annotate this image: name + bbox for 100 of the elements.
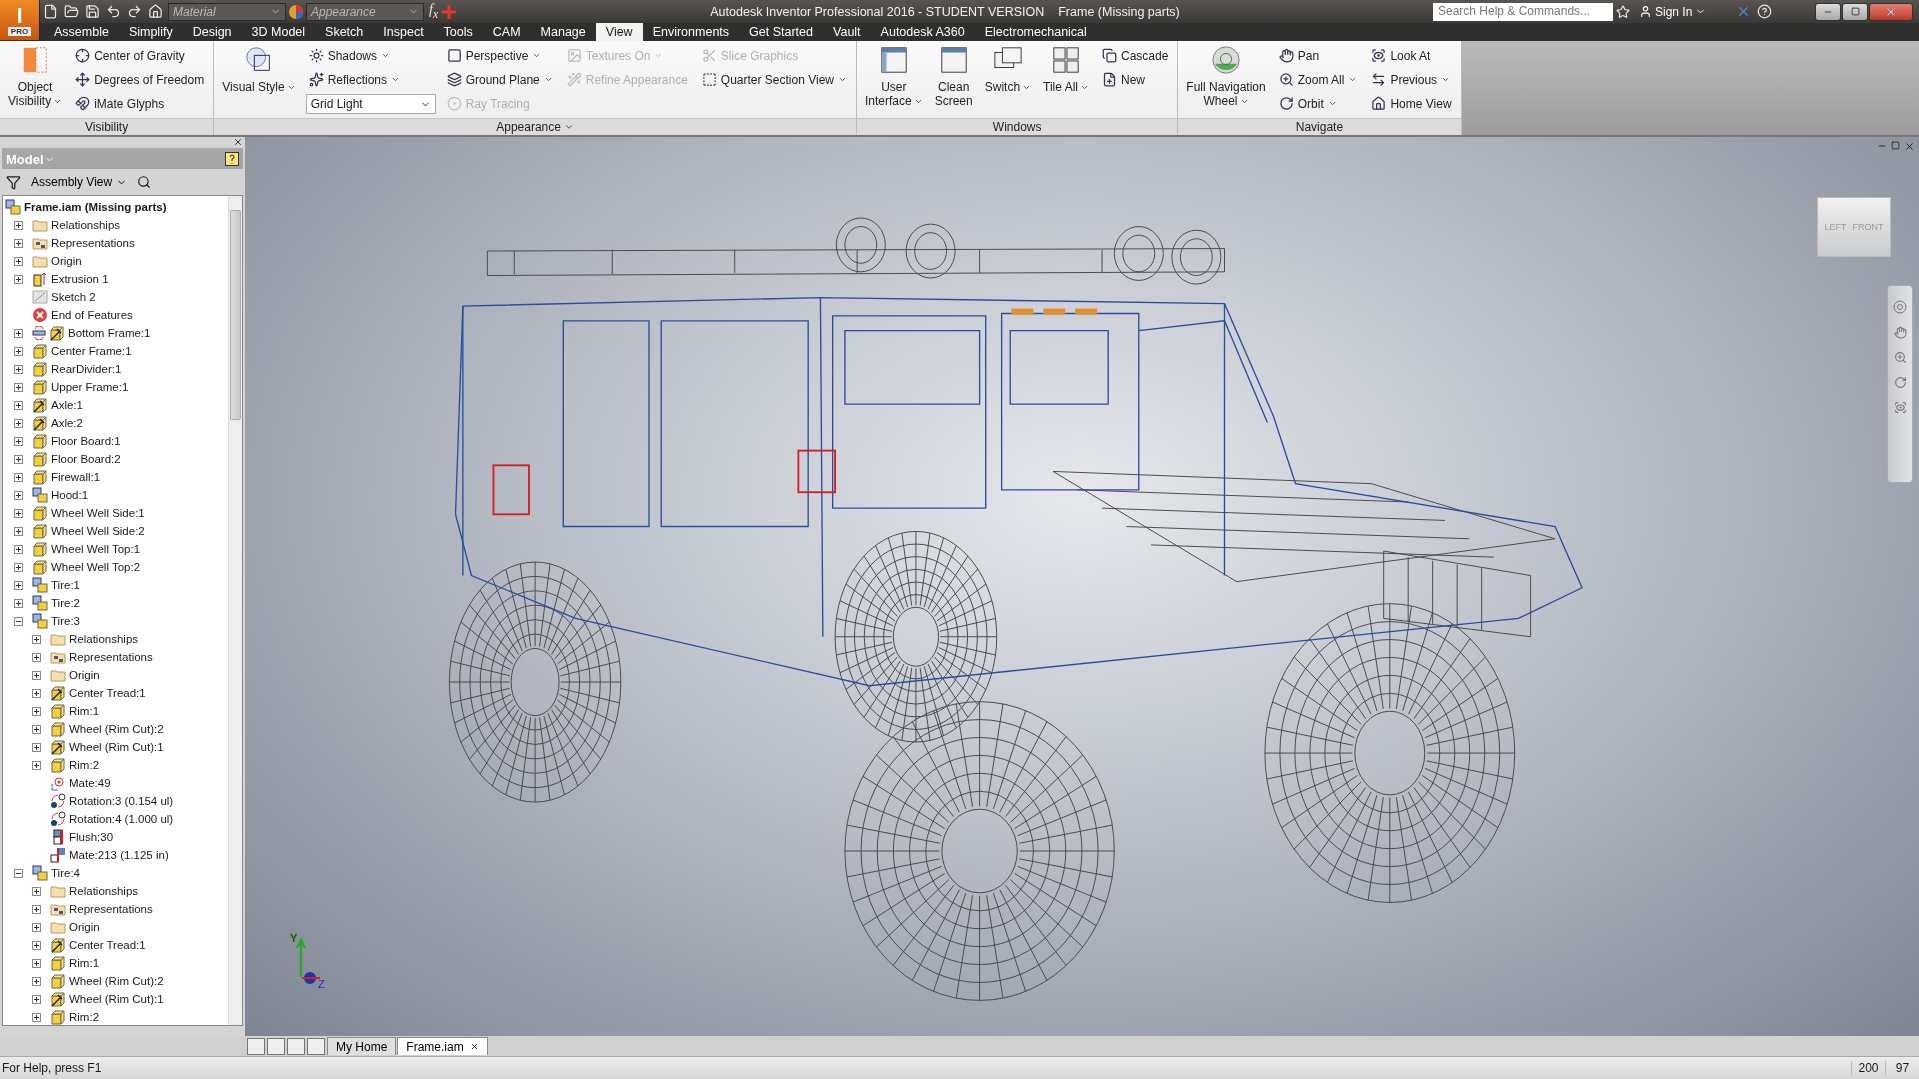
home-icon[interactable] [148, 4, 163, 19]
tree-item-label[interactable]: Origin [69, 921, 100, 933]
tree-item-label[interactable]: Wheel Well Side:1 [51, 507, 145, 519]
ribbon-tab[interactable]: Environments [642, 23, 740, 41]
tree-item-label[interactable]: Flush:30 [69, 831, 114, 843]
ribbon-command[interactable]: Degrees of Freedom [72, 68, 208, 91]
ribbon-tab[interactable]: Sketch [315, 23, 374, 41]
ribbon-tab[interactable]: Get Started [739, 23, 823, 41]
ribbon-large-button[interactable]: Visual Style [220, 44, 298, 115]
filter-icon[interactable] [6, 174, 21, 190]
expand-toggle[interactable] [14, 256, 23, 266]
ribbon-command[interactable]: Orbit [1275, 92, 1361, 115]
expand-toggle[interactable] [14, 418, 23, 428]
tree-item-label[interactable]: Relationships [69, 633, 139, 645]
tree-item-label[interactable]: Wheel (Rim Cut):1 [69, 741, 164, 753]
close-icon[interactable] [469, 1042, 479, 1051]
tree-item-label[interactable]: Center Tread:1 [69, 687, 146, 699]
expand-toggle[interactable] [14, 508, 23, 518]
collapse-toggle[interactable] [14, 868, 23, 878]
caret-icon[interactable] [563, 122, 574, 132]
orbit-icon[interactable] [1893, 376, 1907, 389]
save-icon[interactable] [85, 4, 100, 19]
tree-item-label[interactable]: Firewall:1 [51, 471, 101, 483]
appearance-combo[interactable]: Appearance [306, 2, 424, 21]
ribbon-command[interactable]: iMate Glyphs [72, 92, 208, 115]
tree-item-label[interactable]: Rim:1 [69, 957, 100, 969]
tree-item-label[interactable]: Axle:1 [51, 399, 83, 411]
redo-icon[interactable] [127, 4, 142, 19]
layout-icon[interactable] [247, 1037, 265, 1055]
tree-item-label[interactable]: RearDivider:1 [51, 363, 122, 375]
expand-toggle[interactable] [32, 1012, 41, 1022]
expand-toggle[interactable] [14, 562, 23, 572]
tree-item-label[interactable]: Extrusion 1 [51, 273, 109, 285]
minimize-button[interactable] [1815, 2, 1841, 21]
ribbon-command[interactable]: Ground Plane [443, 68, 556, 91]
tree-item-label[interactable]: Bottom Frame:1 [68, 327, 151, 339]
expand-toggle[interactable] [32, 670, 41, 680]
tree-item-label[interactable]: Upper Frame:1 [51, 381, 129, 393]
close-icon[interactable] [1904, 141, 1915, 152]
tree-item-label[interactable]: Center Tread:1 [69, 939, 146, 951]
ribbon-large-button[interactable]: Tile All [1041, 44, 1091, 115]
tree-item-label[interactable]: Representations [51, 237, 135, 249]
tree-item-label[interactable]: Wheel (Rim Cut):2 [69, 975, 164, 987]
layout-icon[interactable] [267, 1037, 285, 1055]
ribbon-command[interactable]: Zoom All [1275, 68, 1361, 91]
tree-item-label[interactable]: Tire:4 [51, 867, 80, 879]
sign-in-button[interactable]: Sign In [1633, 4, 1733, 19]
formula-button[interactable]: f$_{x}$ [429, 2, 439, 21]
tree-item-label[interactable]: Floor Board:2 [51, 453, 121, 465]
app-logo[interactable]: I PRO [0, 0, 40, 40]
tree-item-label[interactable]: Wheel Well Top:1 [51, 543, 141, 555]
hand-icon[interactable] [1893, 326, 1907, 339]
ribbon-command[interactable]: Center of Gravity [72, 44, 208, 67]
expand-toggle[interactable] [32, 724, 41, 734]
expand-toggle[interactable] [14, 274, 23, 284]
collapse-toggle[interactable] [14, 616, 23, 626]
expand-toggle[interactable] [14, 382, 23, 392]
expand-toggle[interactable] [14, 580, 23, 590]
view-selector[interactable]: Assembly View [27, 175, 132, 189]
ribbon-command[interactable]: Quarter Section View [698, 68, 850, 91]
ribbon-command[interactable]: Home View [1368, 92, 1455, 115]
tree-item-label[interactable]: Floor Board:1 [51, 435, 121, 447]
tree-item-label[interactable]: Rim:2 [69, 759, 100, 771]
ribbon-tab[interactable]: 3D Model [241, 23, 316, 41]
tree-item-label[interactable]: Representations [69, 903, 153, 915]
ribbon-large-button[interactable]: Clean Screen [932, 44, 975, 115]
tree-item-label[interactable]: Wheel Well Top:2 [51, 561, 141, 573]
search-field[interactable]: Search Help & Commands... [1433, 2, 1613, 21]
expand-toggle[interactable] [14, 526, 23, 536]
tree-item-label[interactable]: Tire:2 [51, 597, 80, 609]
tree-item-label[interactable]: Origin [69, 669, 100, 681]
tree-item-label[interactable]: Rotation:4 (1.000 ul) [69, 813, 174, 825]
restore-icon[interactable] [1891, 141, 1900, 150]
find-icon[interactable] [137, 175, 152, 189]
scrollbar[interactable] [228, 196, 242, 1025]
ribbon-large-button[interactable]: Full Navigation Wheel [1184, 44, 1268, 115]
tree-item-label[interactable]: Mate:213 (1.125 in) [69, 849, 169, 861]
ribbon-command[interactable]: Perspective [443, 44, 556, 67]
layout-icon[interactable] [307, 1037, 325, 1055]
expand-toggle[interactable] [32, 976, 41, 986]
material-combo[interactable]: Material [168, 2, 286, 21]
color-wheel-icon[interactable] [288, 3, 304, 20]
ribbon-tab[interactable]: CAM [482, 23, 531, 41]
ribbon-command[interactable]: Pan [1275, 44, 1361, 67]
expand-toggle[interactable] [32, 904, 41, 914]
expand-toggle[interactable] [14, 328, 23, 338]
expand-toggle[interactable] [14, 490, 23, 500]
expand-toggle[interactable] [14, 220, 23, 230]
ribbon-tab[interactable]: View [595, 23, 643, 41]
ribbon-tab[interactable]: Autodesk A360 [870, 23, 975, 41]
expand-toggle[interactable] [14, 544, 23, 554]
tree-item-label[interactable]: Frame.iam (Missing parts) [24, 201, 167, 213]
open-folder-icon[interactable] [64, 4, 79, 19]
ribbon-tab[interactable]: Electromechanical [974, 23, 1097, 41]
expand-toggle[interactable] [32, 994, 41, 1004]
expand-toggle[interactable] [14, 454, 23, 464]
ribbon-tab[interactable]: Manage [530, 23, 596, 41]
tree-item-label[interactable]: Wheel Well Side:2 [51, 525, 145, 537]
expand-toggle[interactable] [32, 652, 41, 662]
tree-item-label[interactable]: Wheel (Rim Cut):2 [69, 723, 164, 735]
